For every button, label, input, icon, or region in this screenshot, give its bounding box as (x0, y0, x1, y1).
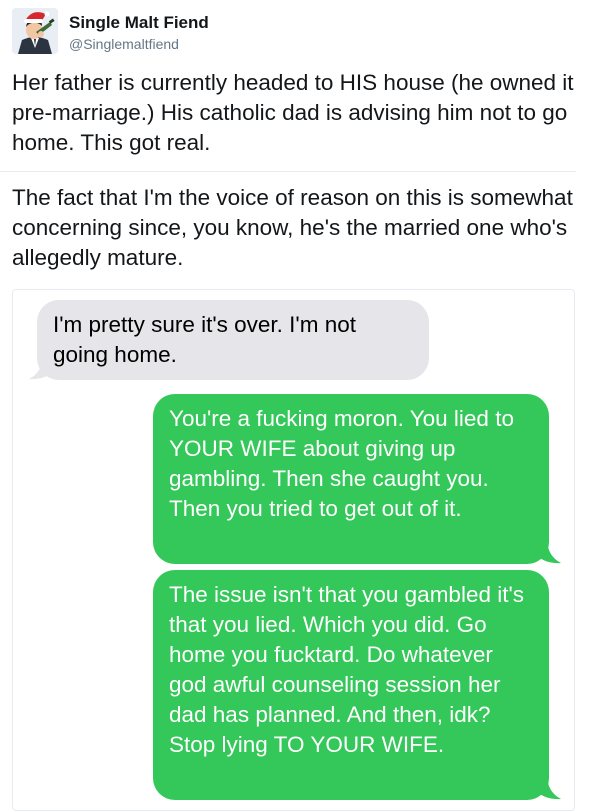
avatar[interactable] (12, 8, 58, 54)
author-display-name[interactable]: Single Malt Fiend (69, 13, 209, 33)
tweet-text: Her father is currently headed to HIS ho… (12, 70, 574, 155)
tweet-header: Single Malt Fiend @Singlemaltfiend (12, 6, 572, 56)
tweet-text: The fact that I'm the voice of reason on… (12, 185, 573, 270)
thread-divider (0, 171, 576, 172)
outgoing-message-bubble: You're a fucking moron. You lied to YOUR… (153, 394, 549, 564)
author-handle[interactable]: @Singlemaltfiend (69, 36, 179, 52)
attached-screenshot[interactable]: I'm pretty sure it's over. I'm not going… (12, 289, 575, 811)
outgoing-message-bubble: The issue isn't that you gambled it's th… (153, 570, 549, 800)
incoming-message-bubble: I'm pretty sure it's over. I'm not going… (37, 300, 429, 380)
avatar-illustration-icon (12, 8, 58, 54)
